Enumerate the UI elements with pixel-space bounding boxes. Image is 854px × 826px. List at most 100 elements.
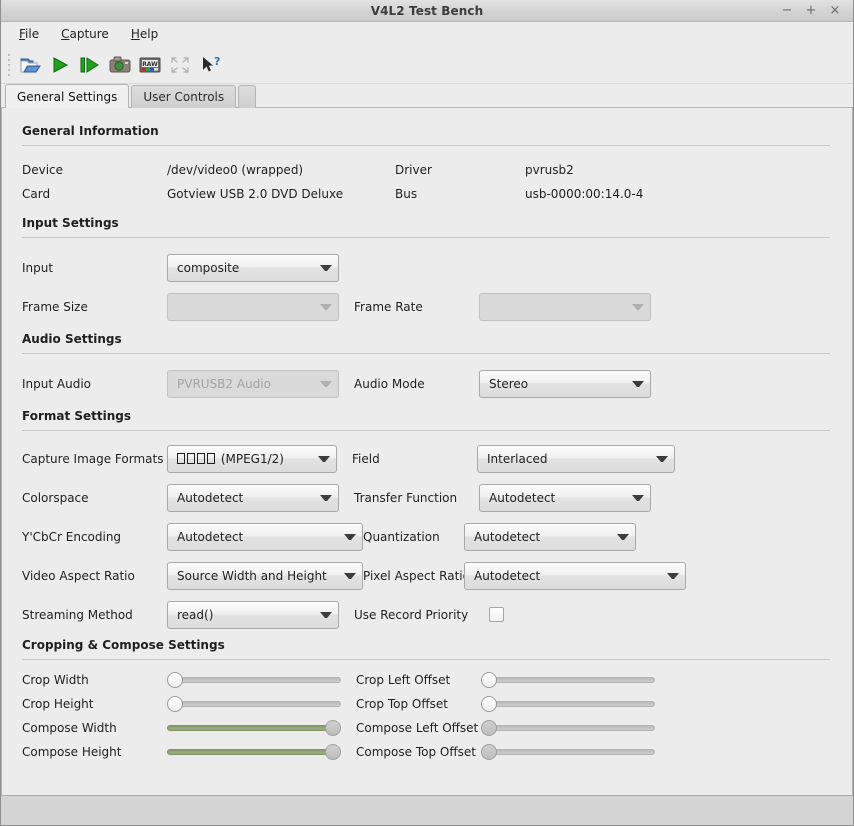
label-capture-image-formats: Capture Image Formats xyxy=(22,451,164,466)
fullscreen-icon[interactable] xyxy=(165,50,195,80)
frame-size-combobox[interactable] xyxy=(167,292,339,321)
value-card: Gotview USB 2.0 DVD Deluxe xyxy=(167,187,344,201)
label-driver: Driver xyxy=(395,163,432,177)
row-audio: Input Audio PVRUSB2 Audio Audio Mode Ste… xyxy=(2,364,852,403)
crop-top-offset-slider[interactable] xyxy=(481,694,655,714)
tabstrip: General Settings User Controls xyxy=(1,84,853,108)
snapshot-camera-icon[interactable] xyxy=(105,50,135,80)
video-aspect-ratio-combobox-value: Source Width and Height xyxy=(177,568,327,583)
maximize-icon[interactable]: + xyxy=(805,4,817,17)
slider-handle[interactable] xyxy=(167,696,183,712)
label-bus: Bus xyxy=(395,187,418,201)
raw-capture-icon[interactable]: RAW xyxy=(135,50,165,80)
row-input: Input composite xyxy=(2,248,852,287)
toolbar-grip[interactable] xyxy=(5,52,12,78)
pixel-aspect-ratio-combobox-value: Autodetect xyxy=(474,568,541,583)
field-combobox[interactable]: Interlaced xyxy=(477,444,675,473)
slider-handle[interactable] xyxy=(481,720,497,736)
menu-file[interactable]: File xyxy=(9,24,49,44)
slider-fill xyxy=(167,749,333,755)
slider-track xyxy=(481,677,655,683)
play-step-icon[interactable] xyxy=(75,50,105,80)
label-audio-mode: Audio Mode xyxy=(354,376,425,391)
transfer-function-combobox[interactable]: Autodetect xyxy=(479,483,651,512)
crop-left-offset-slider[interactable] xyxy=(481,670,655,690)
close-icon[interactable]: × xyxy=(829,4,841,17)
crop-height-slider[interactable] xyxy=(167,694,341,714)
minimize-icon[interactable]: − xyxy=(781,4,793,17)
row-ycbcr-quantization: Y'CbCr Encoding Autodetect Quantization … xyxy=(2,517,852,556)
slider-handle[interactable] xyxy=(325,720,341,736)
row-colorspace-transfer: Colorspace Autodetect Transfer Function … xyxy=(2,478,852,517)
transfer-function-combobox-value: Autodetect xyxy=(489,490,556,505)
input-audio-combobox[interactable]: PVRUSB2 Audio xyxy=(167,369,339,398)
audio-mode-combobox-value: Stereo xyxy=(489,376,529,391)
chevron-down-icon xyxy=(632,494,644,501)
missing-glyph-icon xyxy=(187,452,195,464)
window-title: V4L2 Test Bench xyxy=(370,3,484,18)
whats-this-help-icon[interactable]: ? xyxy=(195,50,225,80)
compose-top-offset-slider[interactable] xyxy=(481,742,655,762)
label-video-aspect-ratio: Video Aspect Ratio xyxy=(22,568,135,583)
menu-capture[interactable]: Capture xyxy=(51,24,119,44)
label-input: Input xyxy=(22,260,54,275)
slider-track xyxy=(481,701,655,707)
quantization-combobox[interactable]: Autodetect xyxy=(464,522,636,551)
slider-track xyxy=(167,677,341,683)
slider-handle[interactable] xyxy=(481,696,497,712)
capture-image-formats-combobox[interactable]: (MPEG1/2) xyxy=(167,444,337,473)
ycbcr-encoding-combobox[interactable]: Autodetect xyxy=(167,522,363,551)
slider-handle[interactable] xyxy=(325,744,341,760)
video-aspect-ratio-combobox[interactable]: Source Width and Height xyxy=(167,561,363,590)
compose-left-offset-slider[interactable] xyxy=(481,718,655,738)
slider-row-compose-width: Compose Width Compose Left Offset xyxy=(2,716,852,740)
label-pixel-aspect-ratio: Pixel Aspect Ratio xyxy=(363,568,470,583)
use-record-priority-checkbox[interactable] xyxy=(489,607,504,622)
label-frame-rate: Frame Rate xyxy=(354,299,423,314)
tab-extra[interactable] xyxy=(238,85,257,108)
chevron-down-icon xyxy=(320,303,332,310)
slider-track xyxy=(481,725,655,731)
section-title-format-settings: Format Settings xyxy=(22,409,132,423)
label-colorspace: Colorspace xyxy=(22,490,89,505)
audio-mode-combobox[interactable]: Stereo xyxy=(479,369,651,398)
field-combobox-value: Interlaced xyxy=(487,451,548,466)
slider-handle[interactable] xyxy=(167,672,183,688)
slider-handle[interactable] xyxy=(481,744,497,760)
colorspace-combobox[interactable]: Autodetect xyxy=(167,483,339,512)
compose-width-slider[interactable] xyxy=(167,718,341,738)
tab-user-controls[interactable]: User Controls xyxy=(131,85,237,108)
pixel-aspect-ratio-combobox[interactable]: Autodetect xyxy=(464,561,686,590)
slider-track xyxy=(167,701,341,707)
tab-general-settings[interactable]: General Settings xyxy=(5,84,130,108)
slider-row-compose-height: Compose Height Compose Top Offset xyxy=(2,740,852,764)
menu-help[interactable]: Help xyxy=(121,24,168,44)
label-compose-top-offset: Compose Top Offset xyxy=(356,745,476,759)
play-icon[interactable] xyxy=(45,50,75,80)
section-title-cropping-compose: Cropping & Compose Settings xyxy=(22,638,225,652)
value-driver: pvrusb2 xyxy=(525,163,574,177)
slider-handle[interactable] xyxy=(481,672,497,688)
chevron-down-icon xyxy=(320,264,332,271)
input-combobox-value: composite xyxy=(177,260,240,275)
ycbcr-encoding-combobox-value: Autodetect xyxy=(177,529,244,544)
menubar: File Capture Help xyxy=(1,22,853,46)
frame-rate-combobox[interactable] xyxy=(479,292,651,321)
label-compose-height: Compose Height xyxy=(22,745,122,759)
chevron-down-icon xyxy=(632,303,644,310)
missing-glyph-icon xyxy=(177,452,185,464)
chevron-down-icon xyxy=(344,572,356,579)
tab-label: General Settings xyxy=(17,89,118,104)
open-file-icon[interactable] xyxy=(15,50,45,80)
crop-width-slider[interactable] xyxy=(167,670,341,690)
info-row-device: Device /dev/video0 (wrapped) Driver pvru… xyxy=(2,158,852,182)
chevron-down-icon xyxy=(617,533,629,540)
compose-height-slider[interactable] xyxy=(167,742,341,762)
slider-row-crop-height: Crop Height Crop Top Offset xyxy=(2,692,852,716)
slider-row-crop-width: Crop Width Crop Left Offset xyxy=(2,668,852,692)
titlebar: V4L2 Test Bench − + × xyxy=(1,0,853,22)
label-frame-size: Frame Size xyxy=(22,299,88,314)
input-combobox[interactable]: composite xyxy=(167,253,339,282)
label-crop-height: Crop Height xyxy=(22,697,94,711)
streaming-method-combobox[interactable]: read() xyxy=(167,600,339,629)
